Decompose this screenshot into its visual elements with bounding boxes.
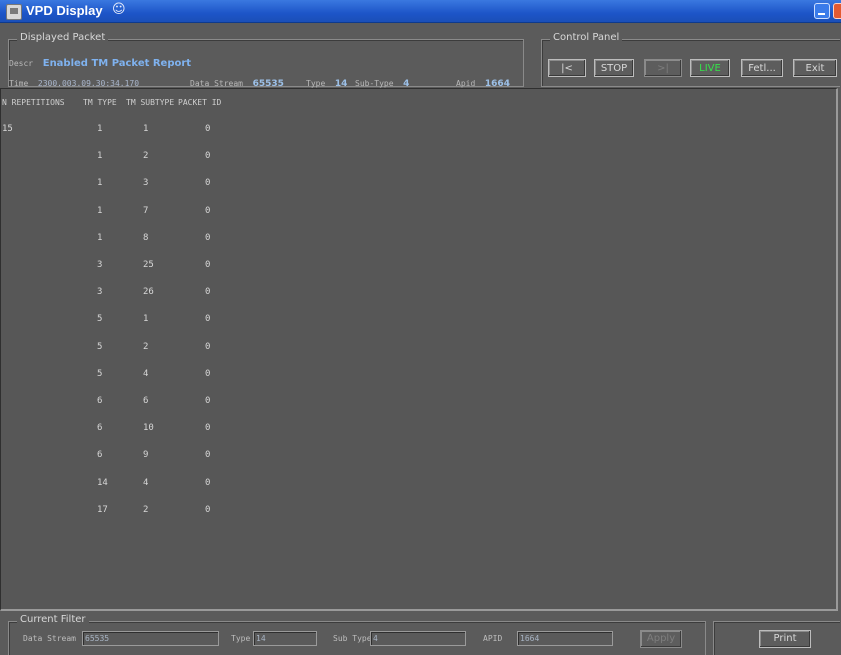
descr-line: Descr Enabled TM Packet Report (9, 51, 191, 70)
table-cell: 0 (205, 314, 211, 324)
table-cell: 4 (143, 478, 149, 488)
time-label: Time (9, 79, 29, 88)
table-cell: 1 (97, 178, 103, 188)
table-cell: 3 (97, 260, 103, 270)
table-cell: 7 (143, 206, 149, 216)
table-cell: 0 (205, 450, 211, 460)
close-button[interactable] (833, 3, 841, 19)
table-cell: 10 (143, 423, 154, 433)
descr-value: Enabled TM Packet Report (42, 58, 192, 69)
table-cell: 25 (143, 260, 154, 270)
table-cell: 0 (205, 206, 211, 216)
time-value: 2300.003.09.30:34.170 (37, 79, 140, 88)
filter-apid-label: APID (483, 634, 503, 643)
filter-type-label: Type (231, 634, 251, 643)
table-cell: 0 (205, 478, 211, 488)
filter-data-stream-label: Data Stream (23, 634, 76, 643)
table-cell: 0 (205, 151, 211, 161)
table-cell: 0 (205, 260, 211, 270)
table-cell: 5 (97, 342, 103, 352)
live-button[interactable]: LIVE (690, 59, 730, 77)
table-cell: 0 (205, 369, 211, 379)
table-cell: 0 (205, 342, 211, 352)
first-packet-button[interactable]: |< (548, 59, 586, 77)
table-cell: 6 (97, 423, 103, 433)
subtype-label: Sub-Type (355, 79, 394, 88)
table-cell: 2 (143, 505, 149, 515)
filter-data-stream-input[interactable]: 65535 (82, 631, 219, 646)
column-header-tm-type: TM TYPE (83, 98, 117, 107)
table-cell: 8 (143, 233, 149, 243)
table-cell: 1 (97, 151, 103, 161)
table-cell: 0 (205, 287, 211, 297)
current-filter-label: Current Filter (17, 614, 89, 625)
table-cell: 9 (143, 450, 149, 460)
filter-apid-input[interactable]: 1664 (517, 631, 613, 646)
table-cell: 1 (97, 206, 103, 216)
app-icon (6, 4, 22, 20)
table-cell: 3 (97, 287, 103, 297)
table-cell: 26 (143, 287, 154, 297)
table-cell: 1 (143, 314, 149, 324)
table-cell: 0 (205, 178, 211, 188)
displayed-packet-label: Displayed Packet (17, 32, 109, 43)
title-bar: VPD Display ☺ (0, 0, 841, 23)
fetch-button[interactable]: Fetl... (741, 59, 783, 77)
table-cell: 0 (205, 505, 211, 515)
table-cell: 0 (205, 233, 211, 243)
control-panel-label: Control Panel (550, 32, 623, 43)
table-cell: 15 (2, 124, 13, 134)
apply-button[interactable]: Apply (640, 630, 682, 648)
column-header-n-repetitions: N REPETITIONS (2, 98, 65, 107)
filter-subtype-input[interactable]: 4 (370, 631, 466, 646)
table-cell: 14 (97, 478, 108, 488)
window-title: VPD Display (26, 3, 103, 18)
table-cell: 0 (205, 396, 211, 406)
filter-subtype-label: Sub Type (333, 634, 372, 643)
data-stream-label: Data Stream (190, 79, 243, 88)
packet-table-panel (0, 88, 838, 611)
table-cell: 5 (97, 314, 103, 324)
table-cell: 3 (143, 178, 149, 188)
apid-label: Apid (456, 79, 476, 88)
descr-label: Descr (9, 59, 34, 68)
table-cell: 17 (97, 505, 108, 515)
column-header-packet-id: PACKET ID (178, 98, 222, 107)
table-cell: 4 (143, 369, 149, 379)
table-cell: 5 (97, 369, 103, 379)
exit-button[interactable]: Exit (793, 59, 837, 77)
column-header-tm-subtype: TM SUBTYPE (126, 98, 175, 107)
print-button[interactable]: Print (759, 630, 811, 648)
title-badge-icon: ☺ (112, 2, 126, 17)
stop-button[interactable]: STOP (594, 59, 634, 77)
table-cell: 6 (143, 396, 149, 406)
filter-type-input[interactable]: 14 (253, 631, 317, 646)
table-cell: 1 (143, 124, 149, 134)
minimize-button[interactable] (814, 3, 830, 19)
table-cell: 2 (143, 151, 149, 161)
table-cell: 0 (205, 423, 211, 433)
table-cell: 6 (97, 396, 103, 406)
table-cell: 1 (97, 233, 103, 243)
table-cell: 1 (97, 124, 103, 134)
table-cell: 0 (205, 124, 211, 134)
table-cell: 6 (97, 450, 103, 460)
next-packet-button[interactable]: >| (644, 59, 682, 77)
table-cell: 2 (143, 342, 149, 352)
type-label: Type (306, 79, 326, 88)
